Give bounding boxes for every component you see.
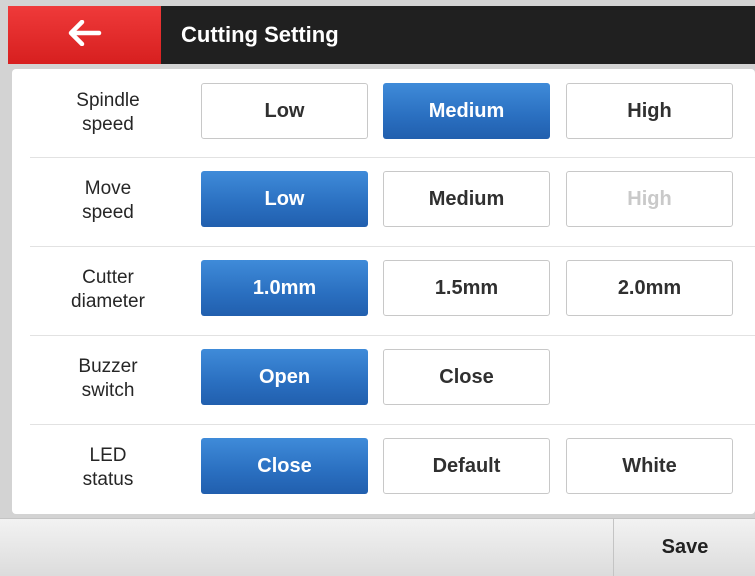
cutter-diameter-1-0mm-button[interactable]: 1.0mm <box>201 260 368 316</box>
move-speed-high-button: High <box>566 171 733 227</box>
cutter-diameter-2-0mm-button[interactable]: 2.0mm <box>566 260 733 316</box>
buzzer-close-button[interactable]: Close <box>383 349 550 405</box>
spindle-speed-high-button[interactable]: High <box>566 83 733 139</box>
label-line: speed <box>82 202 134 223</box>
label-line: switch <box>81 380 135 401</box>
label-line: status <box>82 469 134 490</box>
label-line: Cutter <box>82 267 134 288</box>
page-title: Cutting Setting <box>181 22 339 47</box>
save-button[interactable]: Save <box>613 519 755 576</box>
move-speed-low-button[interactable]: Low <box>201 171 368 227</box>
label-line: Move <box>84 178 132 199</box>
footer-bar: Save <box>0 518 755 576</box>
setting-label: Cutter diameter <box>12 246 204 334</box>
led-close-button[interactable]: Close <box>201 438 368 494</box>
led-default-button[interactable]: Default <box>383 438 550 494</box>
led-white-button[interactable]: White <box>566 438 733 494</box>
move-speed-medium-button[interactable]: Medium <box>383 171 550 227</box>
spindle-speed-low-button[interactable]: Low <box>201 83 368 139</box>
label-line: speed <box>82 114 134 135</box>
label-line: LED <box>89 445 127 466</box>
settings-panel: Spindle speed Low Medium High Move speed L… <box>12 69 755 514</box>
cutter-diameter-1-5mm-button[interactable]: 1.5mm <box>383 260 550 316</box>
label-line: diameter <box>71 291 145 312</box>
setting-label: LED status <box>12 424 204 512</box>
setting-label: Spindle speed <box>12 69 204 157</box>
setting-label: Buzzer switch <box>12 335 204 423</box>
back-button[interactable] <box>8 6 161 64</box>
screen: Cutting Setting Spindle speed Low Medium … <box>0 0 755 576</box>
buzzer-open-button[interactable]: Open <box>201 349 368 405</box>
setting-row-cutter-diameter: Cutter diameter 1.0mm 1.5mm 2.0mm <box>12 246 755 334</box>
label-line: Spindle <box>76 90 140 111</box>
setting-row-move-speed: Move speed Low Medium High <box>12 157 755 245</box>
setting-label: Move speed <box>12 157 204 245</box>
label-line: Buzzer <box>78 356 138 377</box>
arrow-left-icon <box>68 19 102 51</box>
setting-row-spindle-speed: Spindle speed Low Medium High <box>12 69 755 157</box>
setting-row-buzzer-switch: Buzzer switch Open Close <box>12 335 755 423</box>
setting-row-led-status: LED status Close Default White <box>12 424 755 512</box>
spindle-speed-medium-button[interactable]: Medium <box>383 83 550 139</box>
header-bar: Cutting Setting <box>8 6 755 64</box>
